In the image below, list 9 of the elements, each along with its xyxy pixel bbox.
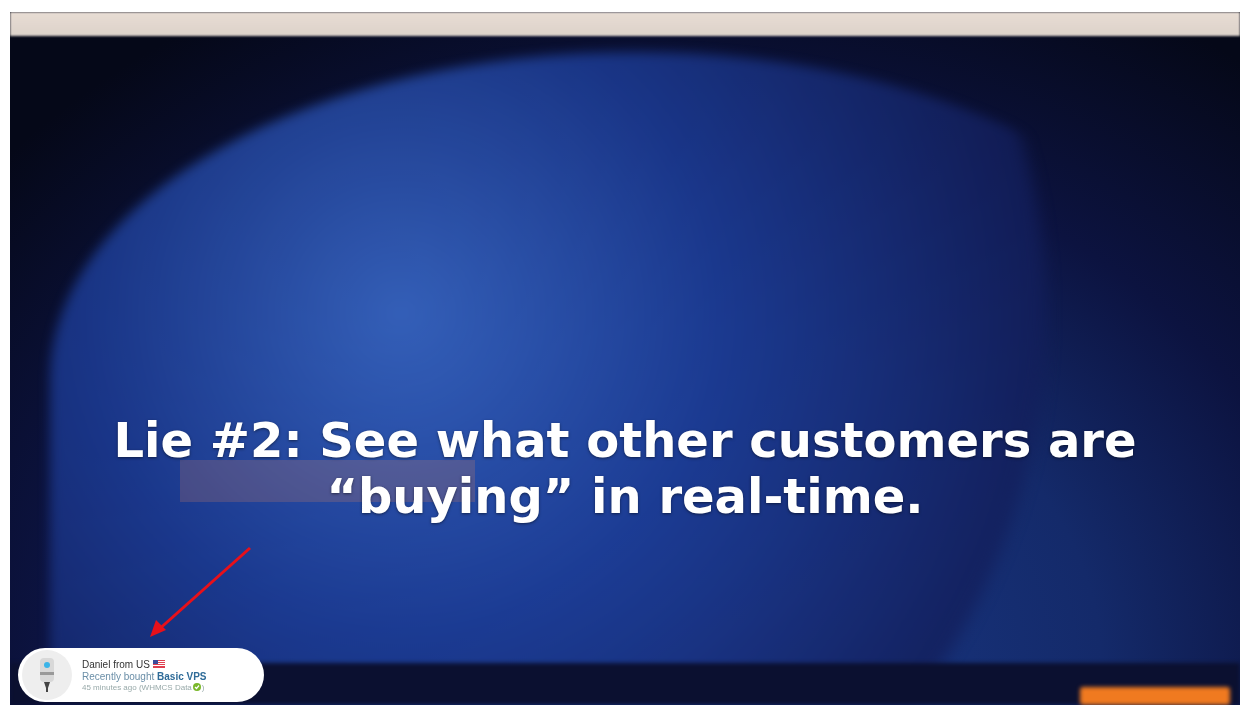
purchase-text: Recently bought Basic VPS	[82, 670, 207, 682]
purchase-notification[interactable]: Daniel from US Recently bought Basic VPS 45 minutes ago (WHMCS Data )	[18, 648, 264, 702]
timestamp-text: )	[201, 682, 205, 692]
timestamp-text: 45 minutes ago (WHMCS Data	[82, 682, 192, 692]
caption-text: Lie #2: See what other customers are “buying” in real-time.	[113, 412, 1137, 524]
us-flag-icon	[152, 660, 165, 668]
check-icon	[192, 683, 201, 691]
usb-stick-icon	[22, 650, 72, 700]
buyer-name: Daniel from US	[82, 658, 150, 670]
